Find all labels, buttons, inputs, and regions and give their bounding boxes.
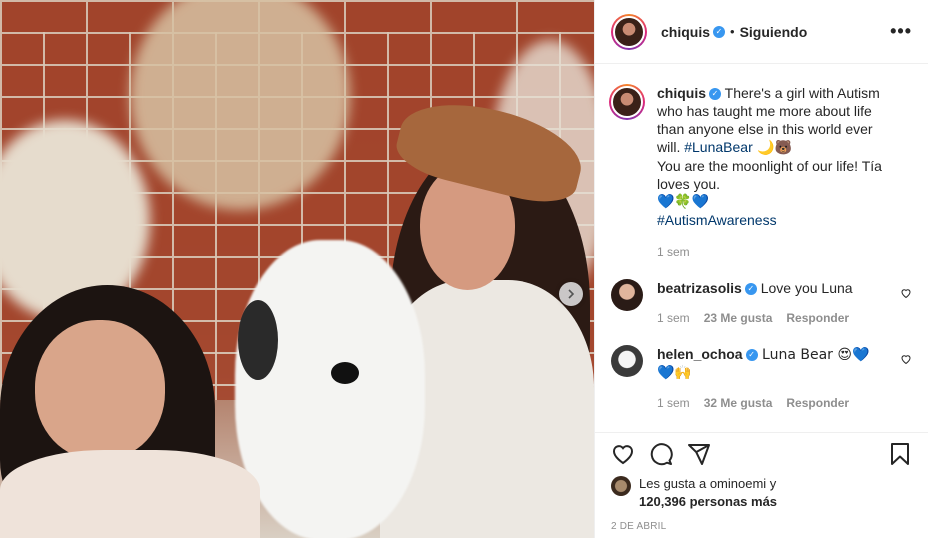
post-photo[interactable] (0, 0, 594, 538)
more-icon[interactable]: ••• (890, 21, 912, 42)
post-sidebar: chiquis ✓ • Siguiendo ••• chiquis ✓ There… (594, 0, 928, 538)
dog-dark-patch (238, 300, 278, 380)
heart-icon[interactable] (900, 287, 912, 327)
verified-icon: ✓ (745, 349, 758, 362)
action-icons (611, 435, 912, 473)
following-button[interactable]: Siguiendo (740, 24, 808, 40)
next-arrow-icon (568, 289, 575, 299)
reply-button[interactable]: Responder (786, 396, 849, 410)
liker-avatar[interactable] (611, 476, 631, 496)
share-icon[interactable] (687, 442, 711, 466)
commenter-avatar[interactable] (611, 279, 643, 311)
comment-text: Love you Luna (756, 280, 853, 296)
author-username[interactable]: chiquis (661, 24, 710, 40)
action-bar: Les gusta a ominoemi y 120,396 personas … (595, 432, 928, 538)
comment-icon[interactable] (649, 442, 673, 466)
hashtag-link[interactable]: #AutismAwareness (657, 211, 889, 229)
caption-emojis-2: 💙🍀💙 (657, 194, 710, 210)
commenter-avatar[interactable] (611, 345, 643, 377)
comment-username[interactable]: beatrizasolis (657, 280, 742, 296)
post-header: chiquis ✓ • Siguiendo ••• (595, 0, 928, 64)
caption-username[interactable]: chiquis (657, 85, 706, 101)
caption-emojis: 🌙🐻 (752, 140, 793, 156)
heart-icon[interactable] (900, 353, 912, 412)
comment: beatrizasolis ✓ Love you Luna 1 sem 23 Me … (611, 279, 912, 327)
heart-icon[interactable] (611, 442, 635, 466)
caption-time[interactable]: 1 sem (657, 243, 889, 261)
caption-avatar[interactable] (609, 84, 645, 120)
hashtag-link[interactable]: #LunaBear (684, 139, 753, 155)
comment-time[interactable]: 1 sem (657, 396, 690, 410)
dog-body (235, 240, 425, 538)
comment-time[interactable]: 1 sem (657, 311, 690, 325)
reply-button[interactable]: Responder (786, 311, 849, 325)
girl-face (35, 320, 165, 460)
comment-meta: 1 sem 23 Me gusta Responder (657, 309, 889, 327)
next-photo-button[interactable] (559, 282, 583, 306)
comment-likes[interactable]: 23 Me gusta (704, 311, 773, 325)
comment-text-2: 💙🙌 (657, 365, 692, 381)
caption-text-2: You are the moonlight of our life! Tía l… (657, 158, 882, 192)
verified-icon: ✓ (744, 283, 757, 296)
likes-prefix: Les gusta a (639, 476, 710, 491)
dog-nose (331, 362, 359, 384)
likes-count[interactable]: 120,396 personas más (639, 494, 777, 509)
comment-text: Luna Bear 😍💙 (757, 347, 870, 363)
comments-list: chiquis ✓ There's a girl with Autism who … (595, 64, 928, 432)
liker-username[interactable]: ominoemi (710, 476, 766, 491)
post-date[interactable]: 2 DE ABRIL (611, 521, 912, 532)
verified-icon: ✓ (709, 88, 722, 101)
author-avatar[interactable] (611, 13, 647, 50)
comment-likes[interactable]: 32 Me gusta (704, 396, 773, 410)
verified-icon: ✓ (713, 25, 726, 38)
comment-meta: 1 sem 32 Me gusta Responder (657, 394, 889, 412)
comment: helen_ochoa ✓ Luna Bear 😍💙 💙🙌 1 sem 32 Me … (611, 345, 912, 412)
bookmark-icon[interactable] (888, 442, 912, 466)
likes-suffix: y (766, 476, 777, 491)
girl-shirt (0, 450, 260, 538)
separator-dot: • (730, 24, 735, 39)
caption: chiquis ✓ There's a girl with Autism who … (609, 84, 912, 261)
comment-username[interactable]: helen_ochoa (657, 346, 743, 362)
likes-summary: Les gusta a ominoemi y 120,396 personas … (611, 475, 912, 511)
